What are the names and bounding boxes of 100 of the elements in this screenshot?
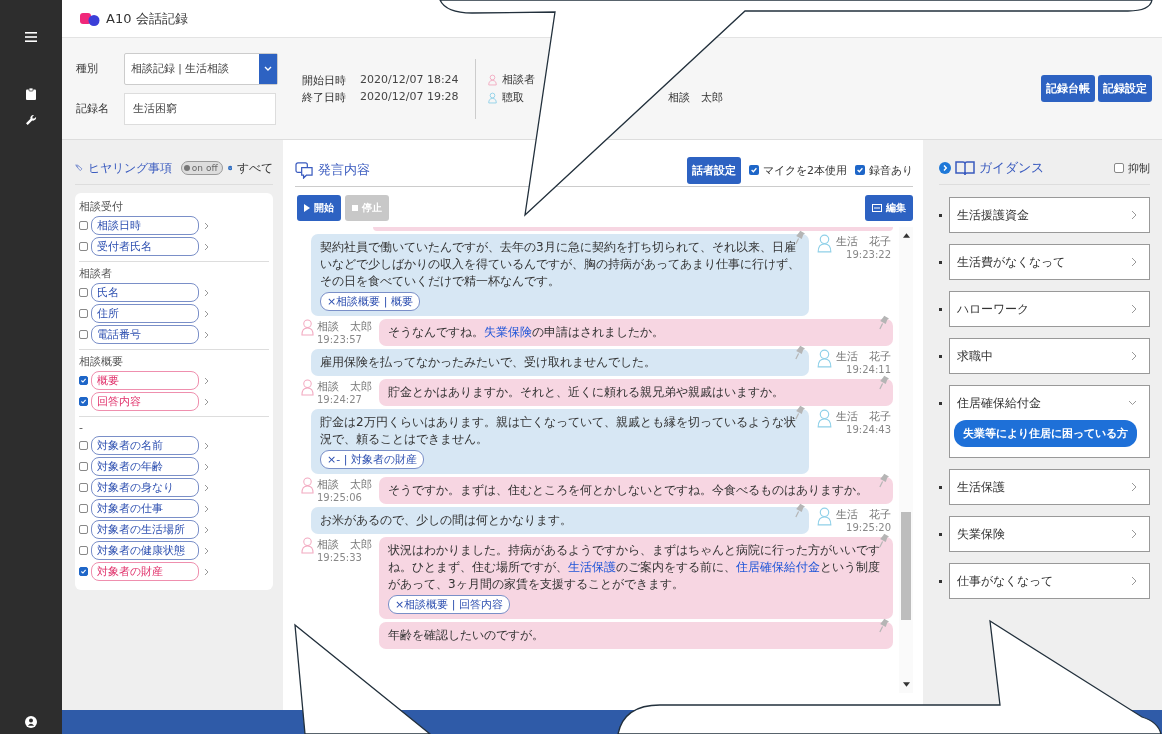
checkbox[interactable] [79,397,88,406]
guidance-item[interactable]: 生活費がなくなって [949,244,1150,280]
scrollbar[interactable] [899,227,913,693]
chevron-right-icon [1131,576,1137,586]
item-chip[interactable]: 氏名 [91,283,199,302]
pin-icon[interactable] [794,503,805,519]
header-button[interactable]: 記録設定 [1098,75,1152,102]
chevron-right-icon[interactable] [204,462,209,471]
user-icon[interactable] [25,716,37,728]
checkbox[interactable] [749,165,759,175]
arrow-down-icon[interactable] [902,682,910,687]
header-button[interactable]: 記録台帳 [1041,75,1095,102]
item-chip[interactable]: 電話番号 [91,325,199,344]
checkbox[interactable] [79,242,88,251]
record-name-field[interactable]: 生活困窮 [124,92,276,125]
message-text: 年齢を確認したいのですが。 [388,627,545,645]
message-text: そうですか。まずは、住むところを何とかしないとですね。今食べるものはありますか。 [388,482,869,500]
item-chip[interactable]: 対象者の健康状態 [91,541,199,560]
edit-button[interactable]: 編集 [865,195,913,221]
checkbox[interactable] [1114,163,1124,173]
item-chip[interactable]: 対象者の財産 [91,562,199,581]
chevron-right-icon[interactable] [204,525,209,534]
checkbox[interactable] [79,525,88,534]
guidance-item[interactable]: 住居確保給付金 失業等により住居に困っている方 [949,385,1150,458]
speaker-name: 相談 太郎 [317,536,372,552]
chevron-right-icon[interactable] [204,330,209,339]
all-link[interactable]: すべて [237,159,273,177]
tag-chip[interactable]: ×相談概要 | 回答内容 [388,595,510,615]
item-chip[interactable]: 相談日時 [91,216,199,235]
pin-icon[interactable] [878,375,889,390]
group-title: 相談概要 [79,354,124,369]
pin-icon[interactable] [878,473,889,489]
item-chip[interactable]: 住所 [91,304,199,323]
guidance-chip[interactable]: 失業等により住居に困っている方 [954,420,1137,447]
speaker-settings-button[interactable]: 話者設定 [687,156,741,184]
start-button[interactable]: 開始 [297,195,341,221]
tag-chip[interactable]: ×- | 対象者の財産 [320,450,424,470]
checkbox[interactable] [855,165,865,175]
item-chip[interactable]: 対象者の年齢 [91,457,199,476]
chevron-right-icon[interactable] [204,221,209,230]
group-title: 相談受付 [79,199,124,214]
checkbox[interactable] [79,221,88,230]
chevron-right-icon[interactable] [204,397,209,406]
bullet-icon [939,486,942,489]
person-icon [817,408,832,428]
item-chip[interactable]: 対象者の生活場所 [91,520,199,539]
guidance-item[interactable]: ハローワーク [949,291,1150,327]
checkbox[interactable] [79,567,88,576]
chevron-right-icon[interactable] [204,546,209,555]
item-chip[interactable]: 対象者の身なり [91,478,199,497]
arrow-up-icon[interactable] [902,233,910,238]
checkbox[interactable] [79,483,88,492]
chevron-right-icon[interactable] [204,376,209,385]
tag-chip[interactable]: ×相談概要 | 概要 [320,292,420,312]
time-label: 終了日時 [302,89,346,105]
checkbox[interactable] [79,288,88,297]
checkbox[interactable] [79,441,88,450]
guidance-item[interactable]: 生活援護資金 [949,197,1150,233]
pin-icon[interactable] [878,532,889,548]
chevron-right-icon [1131,351,1137,361]
clipboard-icon[interactable] [26,88,36,100]
pin-icon[interactable] [794,230,805,245]
checkbox[interactable] [79,504,88,513]
pin-icon[interactable] [878,315,889,331]
item-chip[interactable]: 回答内容 [91,392,199,411]
wrench-icon[interactable] [25,114,37,126]
pin-icon[interactable] [878,618,889,634]
checkbox[interactable] [79,376,88,385]
item-chip[interactable]: 概要 [91,371,199,390]
guidance-item[interactable]: 求職中 [949,338,1150,374]
chevron-right-icon[interactable] [939,162,951,174]
scrollbar-thumb[interactable] [901,512,911,620]
guidance-item[interactable]: 失業保険 [949,516,1150,552]
menu-icon[interactable] [25,32,37,42]
chevron-right-icon[interactable] [204,483,209,492]
toggle-switch[interactable]: on off [180,161,223,175]
keyword-link[interactable]: 住居確保給付金 [736,559,820,574]
guidance-item[interactable]: 仕事がなくなって [949,563,1150,599]
pin-icon[interactable] [794,404,805,420]
logo-icon [80,11,100,26]
chevron-right-icon[interactable] [204,309,209,318]
item-chip[interactable]: 対象者の仕事 [91,499,199,518]
chevron-right-icon[interactable] [204,567,209,576]
person-icon [487,91,497,104]
item-chip[interactable]: 対象者の名前 [91,436,199,455]
type-select[interactable]: 相談記録 | 生活相談 [124,52,278,85]
pin-icon[interactable] [794,345,805,361]
chevron-right-icon[interactable] [204,441,209,450]
guidance-item[interactable]: 生活保護 [949,469,1150,505]
checkbox[interactable] [79,309,88,318]
chevron-right-icon[interactable] [204,288,209,297]
checkbox[interactable] [79,546,88,555]
checkbox[interactable] [79,462,88,471]
keyword-link[interactable]: 生活保護 [568,559,616,574]
chevron-right-icon[interactable] [204,504,209,513]
checkbox[interactable] [79,330,88,339]
item-chip[interactable]: 受付者氏名 [91,237,199,256]
keyword-link[interactable]: 失業保険 [484,325,532,340]
chevron-right-icon[interactable] [204,242,209,251]
person-icon [487,73,497,86]
